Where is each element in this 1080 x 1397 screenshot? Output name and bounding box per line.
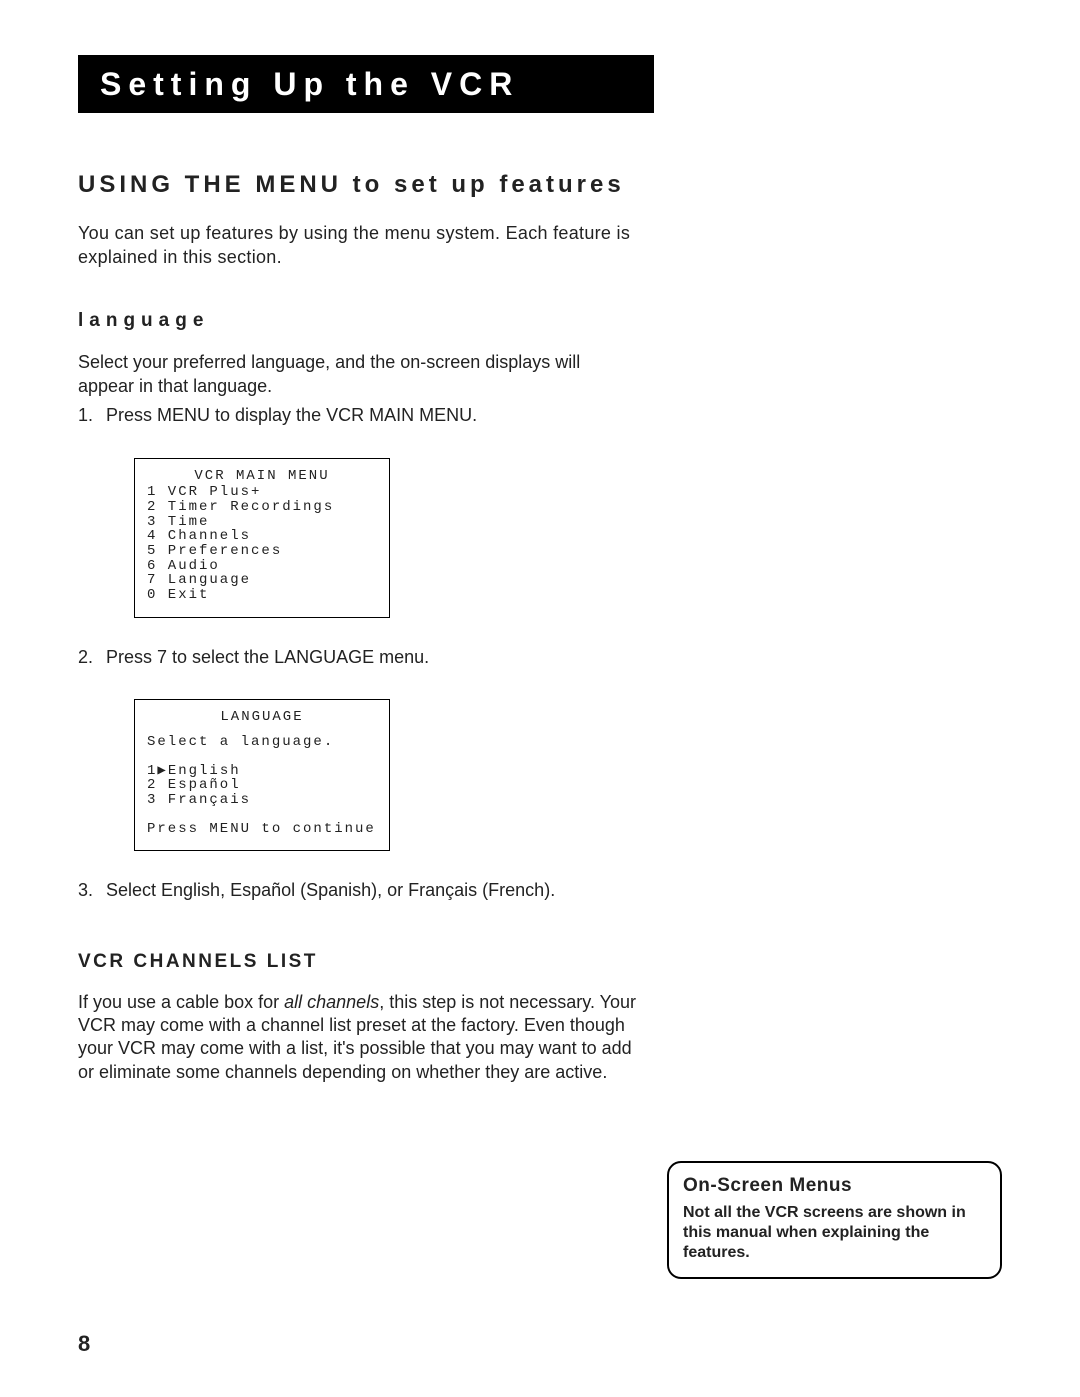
menu-item: 1▶English: [147, 764, 377, 779]
channels-emphasis: all channels: [284, 992, 379, 1012]
page-number: 8: [78, 1331, 90, 1357]
step-2: Press 7 to select the LANGUAGE menu. LAN…: [78, 646, 1002, 852]
menu-item: 2 Timer Recordings: [147, 500, 377, 515]
callout-title: On-Screen Menus: [683, 1175, 986, 1197]
menu-item: 7 Language: [147, 573, 377, 588]
language-menu-screen: LANGUAGE Select a language. 1▶English 2 …: [134, 699, 390, 851]
step-2-text: Press 7 to select the LANGUAGE menu.: [106, 647, 429, 667]
menu-item: 1 VCR Plus+: [147, 485, 377, 500]
menu-item: 3 Time: [147, 515, 377, 530]
onscreen-menus-callout: On-Screen Menus Not all the VCR screens …: [667, 1161, 1002, 1279]
callout-body: Not all the VCR screens are shown in thi…: [683, 1203, 986, 1263]
menu-item: 3 Français: [147, 793, 377, 808]
menu-footer: Press MENU to continue: [147, 822, 377, 837]
chapter-title: Setting Up the VCR: [100, 66, 519, 103]
menu-item: 4 Channels: [147, 529, 377, 544]
vcr-main-menu-screen: VCR MAIN MENU 1 VCR Plus+ 2 Timer Record…: [134, 458, 390, 618]
step-3: Select English, Español (Spanish), or Fr…: [78, 879, 1002, 902]
channels-paragraph: If you use a cable box for all channels,…: [78, 991, 638, 1085]
menu-instruction: Select a language.: [147, 735, 377, 750]
menu-title: LANGUAGE: [147, 710, 377, 725]
intro-paragraph: You can set up features by using the men…: [78, 221, 638, 270]
step-1-text: Press MENU to display the VCR MAIN MENU.: [106, 405, 477, 425]
section-heading-using-menu: USING THE MENU to set up features: [78, 171, 1002, 199]
menu-item: 5 Preferences: [147, 544, 377, 559]
menu-item: 6 Audio: [147, 559, 377, 574]
step-3-text: Select English, Español (Spanish), or Fr…: [106, 880, 555, 900]
manual-page: Setting Up the VCR USING THE MENU to set…: [0, 0, 1080, 1397]
subsection-heading-language: language: [78, 310, 1002, 332]
menu-title: VCR MAIN MENU: [147, 469, 377, 484]
language-steps: Press MENU to display the VCR MAIN MENU.…: [78, 404, 1002, 902]
page-content: USING THE MENU to set up features You ca…: [78, 113, 1002, 1084]
subsection-heading-channels: VCR CHANNELS LIST: [78, 951, 1002, 973]
language-intro: Select your preferred language, and the …: [78, 350, 638, 399]
chapter-banner: Setting Up the VCR: [78, 55, 654, 113]
channels-text-prefix: If you use a cable box for: [78, 992, 284, 1012]
menu-item: 2 Español: [147, 778, 377, 793]
menu-item: 0 Exit: [147, 588, 377, 603]
step-1: Press MENU to display the VCR MAIN MENU.…: [78, 404, 1002, 618]
